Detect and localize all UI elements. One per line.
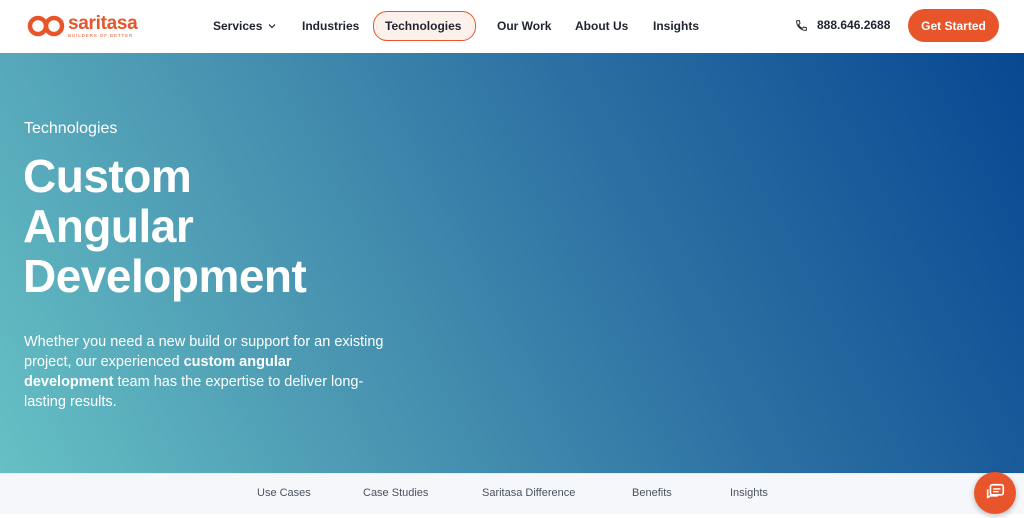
hero-section: Technologies Custom Angular Development … bbox=[0, 53, 1024, 473]
chevron-down-icon bbox=[268, 24, 276, 29]
hero-eyebrow: Technologies bbox=[24, 120, 118, 137]
nav-label: Industries bbox=[302, 19, 360, 33]
phone-link[interactable]: 888.646.2688 bbox=[795, 18, 890, 32]
subnav-use-cases[interactable]: Use Cases bbox=[257, 487, 311, 499]
phone-icon bbox=[796, 19, 807, 31]
phone-number: 888.646.2688 bbox=[817, 18, 891, 32]
nav-label: Insights bbox=[653, 19, 700, 33]
hero-title-line: Development bbox=[23, 250, 307, 302]
hero-title-line: Angular bbox=[23, 200, 194, 252]
nav-label: About Us bbox=[575, 19, 629, 33]
get-started-button[interactable]: Get Started bbox=[908, 9, 999, 42]
site-header: saritasa BUILDERS OF BETTER Services Ind… bbox=[0, 0, 1024, 53]
hero-title-line: Custom bbox=[23, 150, 192, 202]
nav-label: Technologies bbox=[385, 19, 462, 33]
nav-industries[interactable]: Industries bbox=[302, 11, 359, 41]
subnav-benefits[interactable]: Benefits bbox=[632, 487, 672, 499]
nav-services[interactable]: Services bbox=[213, 11, 276, 41]
nav-label: Our Work bbox=[497, 19, 552, 33]
nav-technologies[interactable]: Technologies bbox=[373, 11, 476, 41]
hero-title: Custom Angular Development bbox=[23, 151, 383, 301]
chat-icon bbox=[986, 483, 1005, 499]
section-subnav: Use Cases Case Studies Saritasa Differen… bbox=[0, 473, 1024, 514]
subnav-insights[interactable]: Insights bbox=[730, 487, 768, 499]
nav-insights[interactable]: Insights bbox=[653, 11, 699, 41]
subnav-case-studies[interactable]: Case Studies bbox=[363, 487, 428, 499]
chat-button[interactable] bbox=[974, 472, 1016, 514]
subnav-saritasa-difference[interactable]: Saritasa Difference bbox=[482, 487, 575, 499]
nav-our-work[interactable]: Our Work bbox=[497, 11, 551, 41]
nav-about-us[interactable]: About Us bbox=[575, 11, 628, 41]
nav-label: Services bbox=[213, 19, 263, 33]
hero-description: Whether you need a new build or support … bbox=[24, 334, 384, 410]
